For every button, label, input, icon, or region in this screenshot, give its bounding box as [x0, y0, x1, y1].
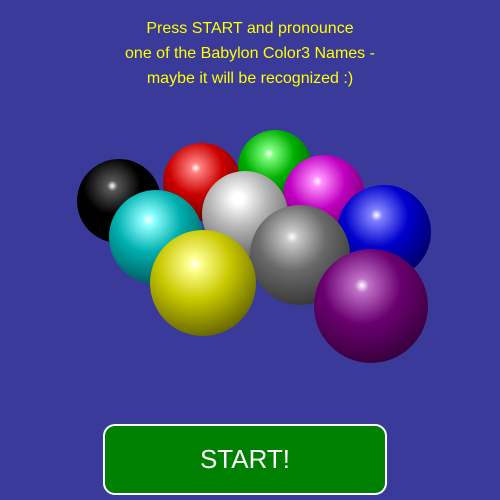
- start-button[interactable]: START!: [103, 424, 387, 495]
- sphere-yellow: [150, 230, 256, 336]
- sphere-purple: [314, 249, 428, 363]
